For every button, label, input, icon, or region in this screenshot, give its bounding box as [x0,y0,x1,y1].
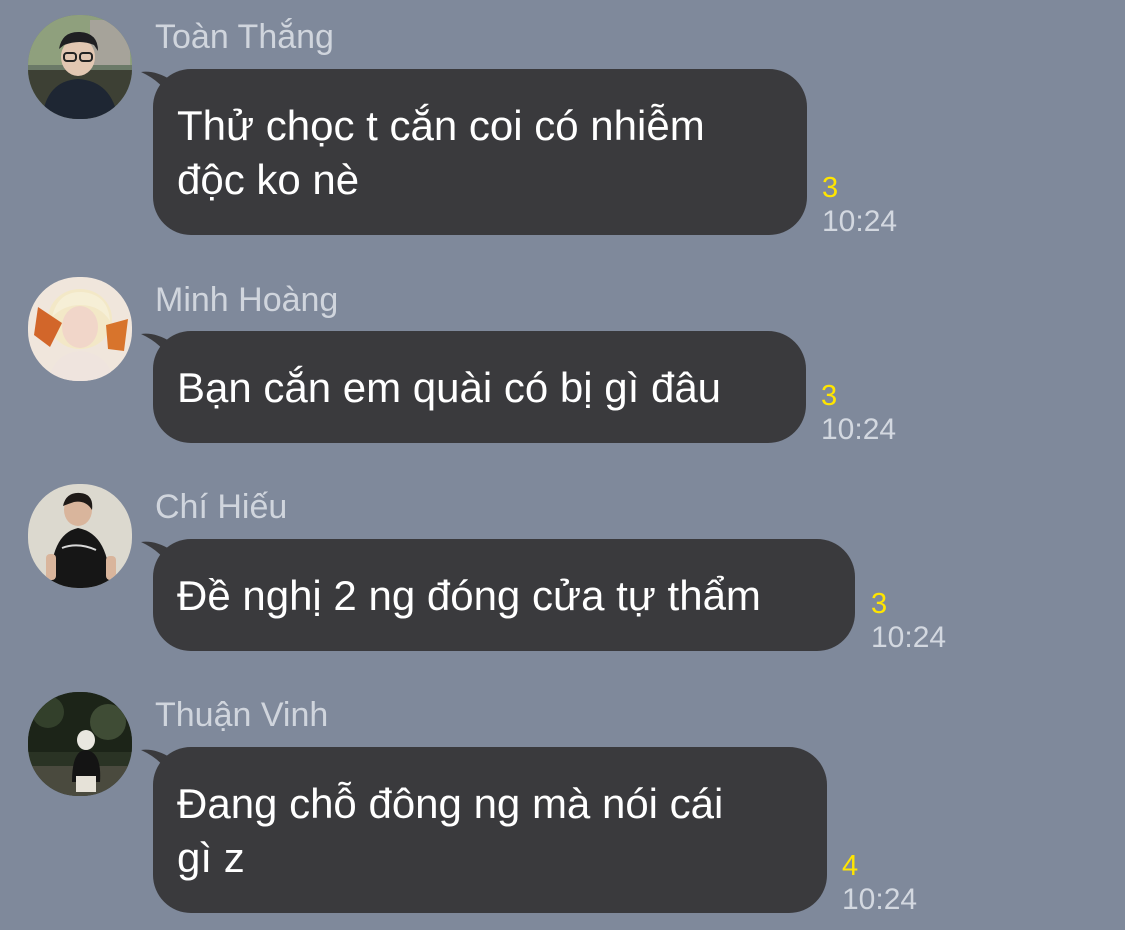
read-count: 3 [821,380,838,412]
sender-name: Toàn Thắng [155,18,334,56]
message-time: 10:24 [821,413,897,446]
sender-avatar[interactable] [28,484,132,588]
message-meta: 3 10:24 [822,172,897,240]
message-bubble[interactable]: Thử chọc t cắn coi có nhiễm độc ko nè [153,69,807,235]
sender-avatar[interactable] [28,277,132,381]
message-meta: 3 10:24 [871,588,946,656]
read-count: 3 [822,172,839,204]
message-bubble[interactable]: Đề nghị 2 ng đóng cửa tự thẩm [153,539,855,651]
message-text: Bạn cắn em quài có bị gì đâu [177,364,722,411]
read-count: 4 [842,850,859,882]
message-text: Đang chỗ đông ng mà nói cái gì z [177,780,724,881]
message-text: Đề nghị 2 ng đóng cửa tự thẩm [177,572,761,619]
message-meta: 3 10:24 [821,380,896,448]
sender-name: Minh Hoàng [155,281,339,319]
sender-avatar[interactable] [28,692,132,796]
message-bubble[interactable]: Đang chỗ đông ng mà nói cái gì z [153,747,827,913]
message-meta: 4 10:24 [842,850,917,918]
read-count: 3 [871,588,888,620]
sender-name: Chí Hiếu [155,488,288,526]
message-bubble[interactable]: Bạn cắn em quài có bị gì đâu [153,331,806,443]
message-text: Thử chọc t cắn coi có nhiễm độc ko nè [177,102,705,203]
message-time: 10:24 [871,621,947,654]
message-time: 10:24 [842,883,918,916]
sender-avatar[interactable] [28,15,132,119]
message-time: 10:24 [822,205,898,238]
sender-name: Thuận Vinh [155,696,329,734]
